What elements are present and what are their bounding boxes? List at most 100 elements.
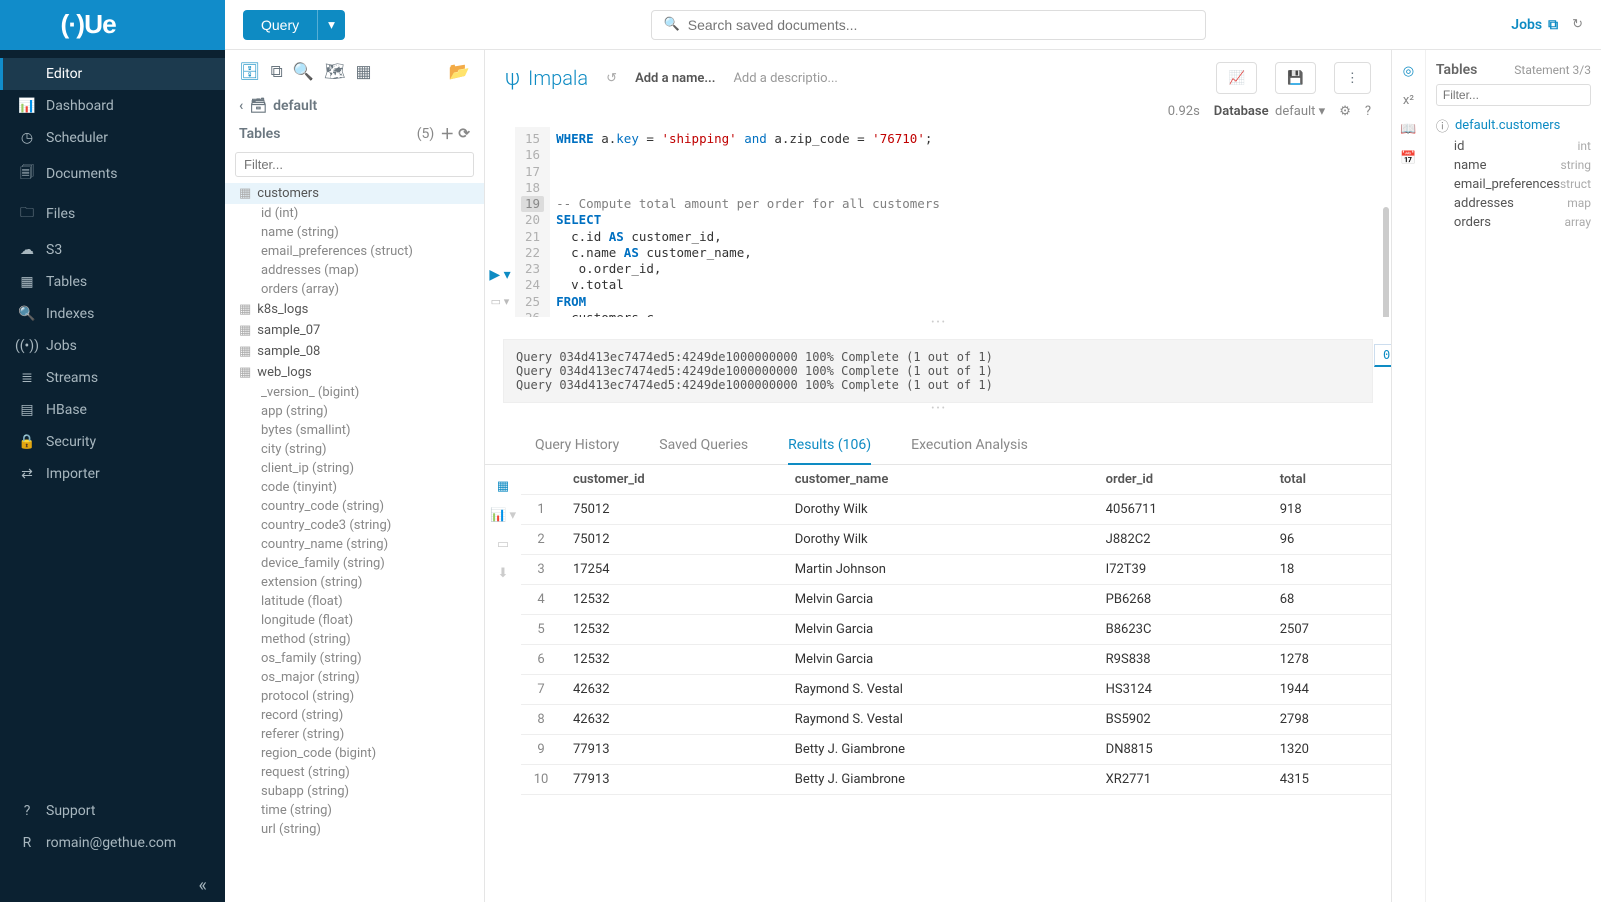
editor-scrollbar[interactable]: [1383, 207, 1389, 317]
table-row[interactable]: 612532Melvin GarciaR9S8381278: [521, 645, 1391, 675]
settings-icon[interactable]: ⚙: [1339, 104, 1351, 119]
column-item[interactable]: country_code3 (string): [225, 516, 484, 535]
table-k8s_logs[interactable]: ▦ k8s_logs: [225, 299, 484, 320]
nav-indexes[interactable]: 🔍Indexes: [0, 298, 225, 330]
column-item[interactable]: id (int): [225, 204, 484, 223]
tab-query-history[interactable]: Query History: [535, 431, 619, 464]
resize-grip-logs[interactable]: • • •: [485, 317, 1391, 329]
sql-editor[interactable]: 1516171819202122232425262728 WHERE a.key…: [515, 127, 1391, 317]
tab-saved-queries[interactable]: Saved Queries: [659, 431, 748, 464]
column-item[interactable]: name (string): [225, 223, 484, 242]
column-item[interactable]: email_preferences (struct): [225, 242, 484, 261]
assist-target-icon[interactable]: ◎: [1403, 64, 1414, 79]
refresh-tables-icon[interactable]: ⟳: [458, 126, 470, 142]
query-button[interactable]: Query: [243, 10, 317, 40]
nav-support[interactable]: ?Support: [0, 795, 225, 827]
query-name-input[interactable]: Add a name...: [635, 71, 715, 86]
table-sample_07[interactable]: ▦ sample_07: [225, 320, 484, 341]
assist-column[interactable]: ordersarray: [1436, 213, 1591, 232]
add-table-icon[interactable]: ＋: [440, 124, 454, 144]
table-row[interactable]: 512532Melvin GarciaB8623C2507: [521, 615, 1391, 645]
assist-calendar-icon[interactable]: 📅: [1400, 151, 1416, 166]
column-item[interactable]: os_major (string): [225, 668, 484, 687]
column-item[interactable]: extension (string): [225, 573, 484, 592]
logo[interactable]: (·)Ue: [0, 0, 225, 50]
nav-hbase[interactable]: ▤HBase: [0, 394, 225, 426]
nav-jobs[interactable]: ((•))Jobs: [0, 330, 225, 362]
column-item[interactable]: addresses (map): [225, 261, 484, 280]
result-expand-icon[interactable]: ▭: [497, 537, 509, 552]
col-header[interactable]: [521, 465, 561, 495]
chart-button[interactable]: 📈: [1216, 62, 1257, 94]
assist-superscript-icon[interactable]: x²: [1403, 93, 1414, 108]
nav-romain-gethue-com[interactable]: Rromain@gethue.com: [0, 827, 225, 859]
table-row[interactable]: 742632Raymond S. VestalHS31241944: [521, 675, 1391, 705]
table-row[interactable]: 175012Dorothy Wilk4056711918: [521, 495, 1391, 525]
column-item[interactable]: url (string): [225, 820, 484, 839]
col-header[interactable]: order_id: [1094, 465, 1268, 495]
table-row[interactable]: 842632Raymond S. VestalBS59022798: [521, 705, 1391, 735]
sidebar-collapse[interactable]: «: [0, 869, 225, 902]
tab-execution-analysis[interactable]: Execution Analysis: [911, 431, 1028, 464]
presentation-icon[interactable]: ▭ ▾: [491, 295, 510, 308]
run-button[interactable]: ▶ ▾: [489, 267, 510, 283]
column-item[interactable]: region_code (bigint): [225, 744, 484, 763]
column-item[interactable]: request (string): [225, 763, 484, 782]
open-folder-icon[interactable]: 📂: [449, 62, 470, 82]
nav-importer[interactable]: ⇄Importer: [0, 458, 225, 490]
zoom-icon[interactable]: 🔍: [293, 62, 314, 82]
table-row[interactable]: 1077913Betty J. GiambroneXR27714315: [521, 765, 1391, 795]
jobs-link[interactable]: Jobs ⧉: [1511, 17, 1558, 33]
table-row[interactable]: 412532Melvin GarciaPB626868: [521, 585, 1391, 615]
column-item[interactable]: latitude (float): [225, 592, 484, 611]
nav-dashboard[interactable]: 📊Dashboard: [0, 90, 225, 122]
column-item[interactable]: referer (string): [225, 725, 484, 744]
col-header[interactable]: customer_id: [561, 465, 783, 495]
assist-filter-input[interactable]: [1436, 84, 1591, 106]
nav-scheduler[interactable]: ◷Scheduler: [0, 122, 225, 154]
table-row[interactable]: 275012Dorothy WilkJ882C296: [521, 525, 1391, 555]
column-item[interactable]: longitude (float): [225, 611, 484, 630]
db-icon[interactable]: 🗄: [239, 62, 261, 82]
column-item[interactable]: _version_ (bigint): [225, 383, 484, 402]
table-web_logs[interactable]: ▦ web_logs: [225, 362, 484, 383]
column-item[interactable]: time (string): [225, 801, 484, 820]
column-item[interactable]: device_family (string): [225, 554, 484, 573]
nav-documents[interactable]: 🗐Documents: [0, 154, 225, 194]
nav-streams[interactable]: ≣Streams: [0, 362, 225, 394]
assist-book-icon[interactable]: 📖: [1400, 122, 1416, 137]
column-item[interactable]: orders (array): [225, 280, 484, 299]
column-item[interactable]: city (string): [225, 440, 484, 459]
column-item[interactable]: app (string): [225, 402, 484, 421]
query-dropdown-caret[interactable]: ▾: [317, 10, 345, 40]
sitemap-icon[interactable]: 🗺: [324, 62, 346, 82]
tab-results-[interactable]: Results (106): [788, 431, 871, 465]
column-item[interactable]: protocol (string): [225, 687, 484, 706]
global-search[interactable]: 🔍: [651, 10, 1206, 40]
copy-icon[interactable]: ⧉: [271, 62, 283, 82]
resize-grip-results[interactable]: • • •: [485, 403, 1391, 415]
column-item[interactable]: bytes (smallint): [225, 421, 484, 440]
engine-selector[interactable]: ψ Impala: [505, 66, 588, 91]
column-item[interactable]: subapp (string): [225, 782, 484, 801]
nav-editor[interactable]: Editor: [0, 58, 225, 90]
save-button[interactable]: 💾: [1275, 62, 1316, 94]
db-breadcrumb[interactable]: ‹ 🗃 default: [225, 94, 484, 118]
history-icon[interactable]: ↻: [1572, 17, 1583, 32]
assist-column[interactable]: namestring: [1436, 156, 1591, 175]
assist-column[interactable]: email_preferencesstruct: [1436, 175, 1591, 194]
nav-tables[interactable]: ▦Tables: [0, 266, 225, 298]
grid-icon[interactable]: ▦: [356, 62, 372, 82]
table-row[interactable]: 317254Martin JohnsonI72T3918: [521, 555, 1391, 585]
result-download-icon[interactable]: ⬇: [498, 566, 509, 581]
col-header[interactable]: total: [1268, 465, 1391, 495]
column-item[interactable]: country_name (string): [225, 535, 484, 554]
col-header[interactable]: customer_name: [783, 465, 1094, 495]
more-button[interactable]: ⋮: [1334, 62, 1371, 94]
undo-icon[interactable]: ↺: [606, 71, 617, 86]
column-item[interactable]: code (tinyint): [225, 478, 484, 497]
column-item[interactable]: record (string): [225, 706, 484, 725]
assist-table-root[interactable]: ⓘdefault.customers: [1436, 114, 1591, 137]
query-desc-input[interactable]: Add a descriptio...: [733, 71, 837, 86]
result-grid-icon[interactable]: ▦: [497, 479, 509, 494]
